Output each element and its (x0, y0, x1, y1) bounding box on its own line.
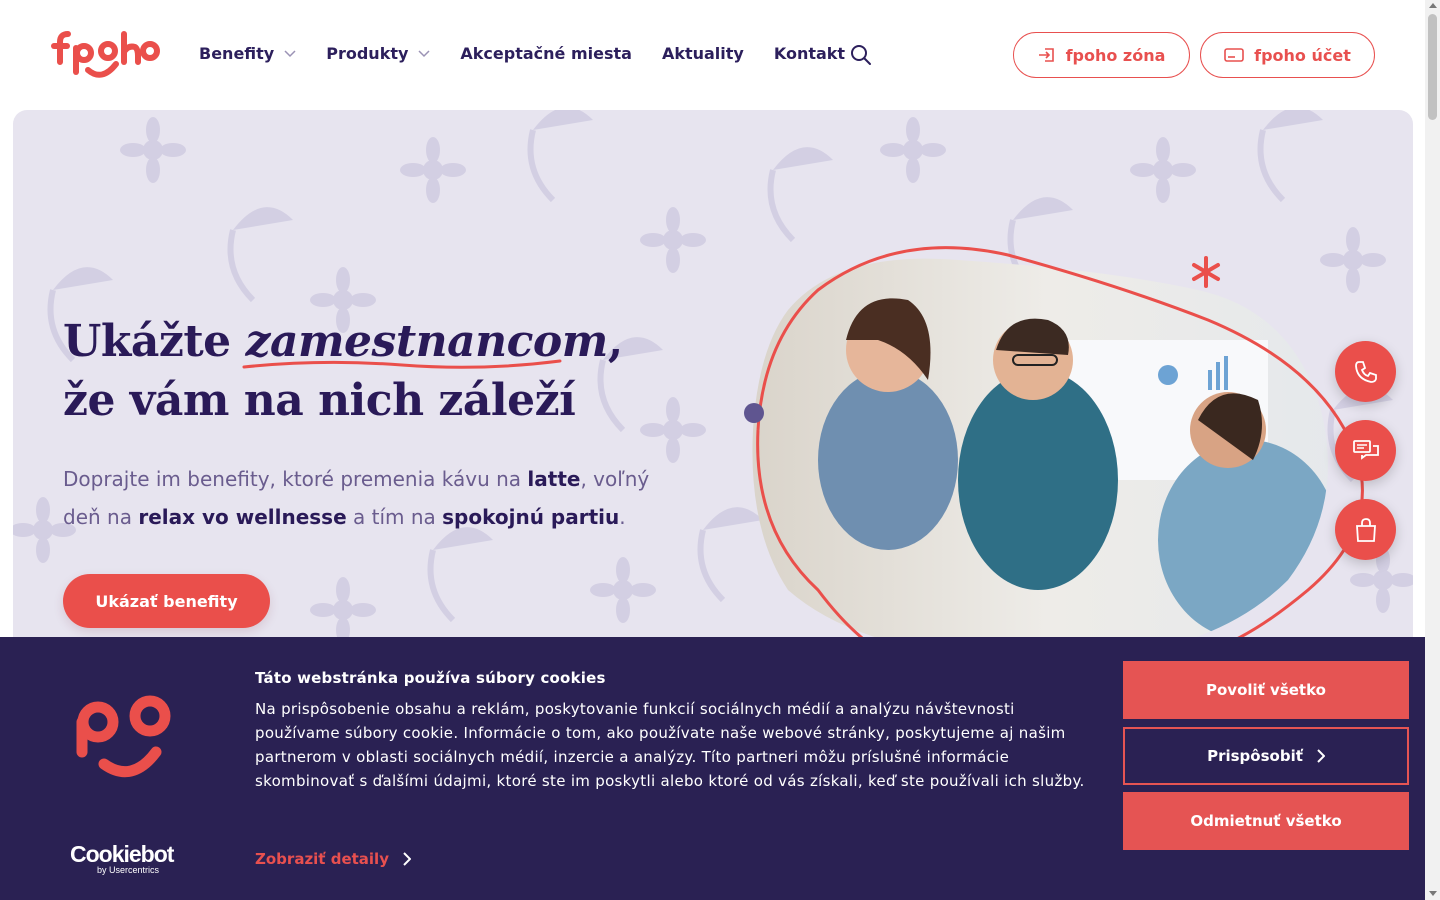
hero-subtitle-1: Doprajte im benefity, ktoré premenia káv… (63, 467, 528, 491)
hero-title-part1: Ukážte (63, 316, 246, 367)
search-icon[interactable] (850, 44, 872, 66)
deny-all-button[interactable]: Odmietnuť všetko (1123, 792, 1409, 850)
cookie-consent-banner: Cookiebot by Usercentrics Táto webstránk… (0, 637, 1425, 900)
decorative-dot (744, 403, 764, 423)
hero-subtitle-4: . (619, 505, 626, 529)
scroll-down-icon[interactable] (1429, 891, 1437, 896)
hand-drawn-underline (242, 359, 561, 369)
nav-akceptacne-miesta-label: Akceptačné miesta (460, 44, 632, 63)
show-details-label: Zobraziť detaily (255, 850, 389, 868)
allow-all-label: Povoliť všetko (1206, 681, 1326, 699)
chat-action-button[interactable] (1335, 420, 1396, 481)
hero-section: Ukážte zamestnancom, že vám na nich zále… (13, 110, 1413, 637)
chevron-right-icon (403, 852, 411, 866)
hero-subtitle-3: a tím na (346, 505, 443, 529)
show-benefits-label: Ukázať benefity (95, 591, 238, 611)
hero-subtitle: Doprajte im benefity, ktoré premenia káv… (63, 460, 673, 536)
phone-icon (1354, 360, 1377, 383)
nav-akceptacne-miesta[interactable]: Akceptačné miesta (460, 44, 632, 63)
scroll-up-icon[interactable] (1429, 3, 1437, 8)
nav-benefity[interactable]: Benefity (199, 44, 296, 63)
chat-icon (1352, 439, 1379, 460)
site-header: Benefity Produkty Akceptačné miesta Aktu… (0, 0, 1425, 110)
photo-people-meeting (752, 258, 1328, 637)
customize-label: Prispôsobiť (1207, 747, 1303, 765)
cookiebot-name: Cookiebot (70, 841, 174, 867)
asterisk-decoration (1192, 256, 1220, 288)
nav-aktuality-label: Aktuality (661, 44, 744, 63)
page-scrollbar[interactable] (1425, 0, 1440, 900)
fpoho-zona-button[interactable]: fpoho zóna (1013, 32, 1190, 78)
fpoho-ucet-button[interactable]: fpoho účet (1200, 32, 1375, 78)
cookie-title: Táto webstránka používa súbory cookies (255, 669, 606, 687)
hero-title: Ukážte zamestnancom, že vám na nich zále… (63, 312, 683, 430)
shop-action-button[interactable] (1335, 499, 1396, 560)
hero-subtitle-bold-3: spokojnú partiu (442, 505, 620, 529)
nav-produkty[interactable]: Produkty (326, 44, 430, 63)
customize-button[interactable]: Prispôsobiť (1123, 727, 1409, 785)
nav-kontakt[interactable]: Kontakt (774, 44, 845, 63)
login-arrow-icon (1038, 48, 1054, 62)
main-nav: Benefity Produkty Akceptačné miesta Aktu… (199, 44, 875, 63)
nav-kontakt-label: Kontakt (773, 44, 846, 63)
nav-aktuality[interactable]: Aktuality (662, 44, 744, 63)
hero-subtitle-bold-1: latte (527, 467, 581, 491)
deny-all-label: Odmietnuť všetko (1190, 812, 1342, 830)
fpoho-logo[interactable] (48, 28, 160, 84)
cookie-description: Na prispôsobenie obsahu a reklám, poskyt… (255, 700, 1085, 790)
chevron-right-icon (1317, 749, 1325, 763)
nav-benefity-label: Benefity (199, 44, 275, 63)
hero-subtitle-bold-2: relax vo wellnesse (138, 505, 347, 529)
fpoho-zona-label: fpoho zóna (1065, 45, 1166, 65)
chevron-down-icon (418, 49, 430, 57)
chevron-down-icon (284, 49, 296, 57)
card-icon (1224, 48, 1244, 62)
hero-photo (744, 246, 1364, 637)
nav-produkty-label: Produkty (326, 44, 409, 63)
phone-action-button[interactable] (1335, 341, 1396, 402)
fpoho-ucet-label: fpoho účet (1254, 45, 1351, 65)
fpoho-po-logo (76, 695, 171, 778)
allow-all-button[interactable]: Povoliť všetko (1123, 661, 1409, 719)
show-details-link[interactable]: Zobraziť detaily (255, 850, 411, 868)
scrollbar-thumb[interactable] (1428, 14, 1437, 120)
show-benefits-button[interactable]: Ukázať benefity (63, 574, 270, 628)
cookiebot-logo[interactable]: Cookiebot by Usercentrics (70, 841, 174, 876)
shopping-bag-icon (1355, 517, 1376, 542)
hero-title-emphasis: zamestnancom (242, 316, 608, 369)
